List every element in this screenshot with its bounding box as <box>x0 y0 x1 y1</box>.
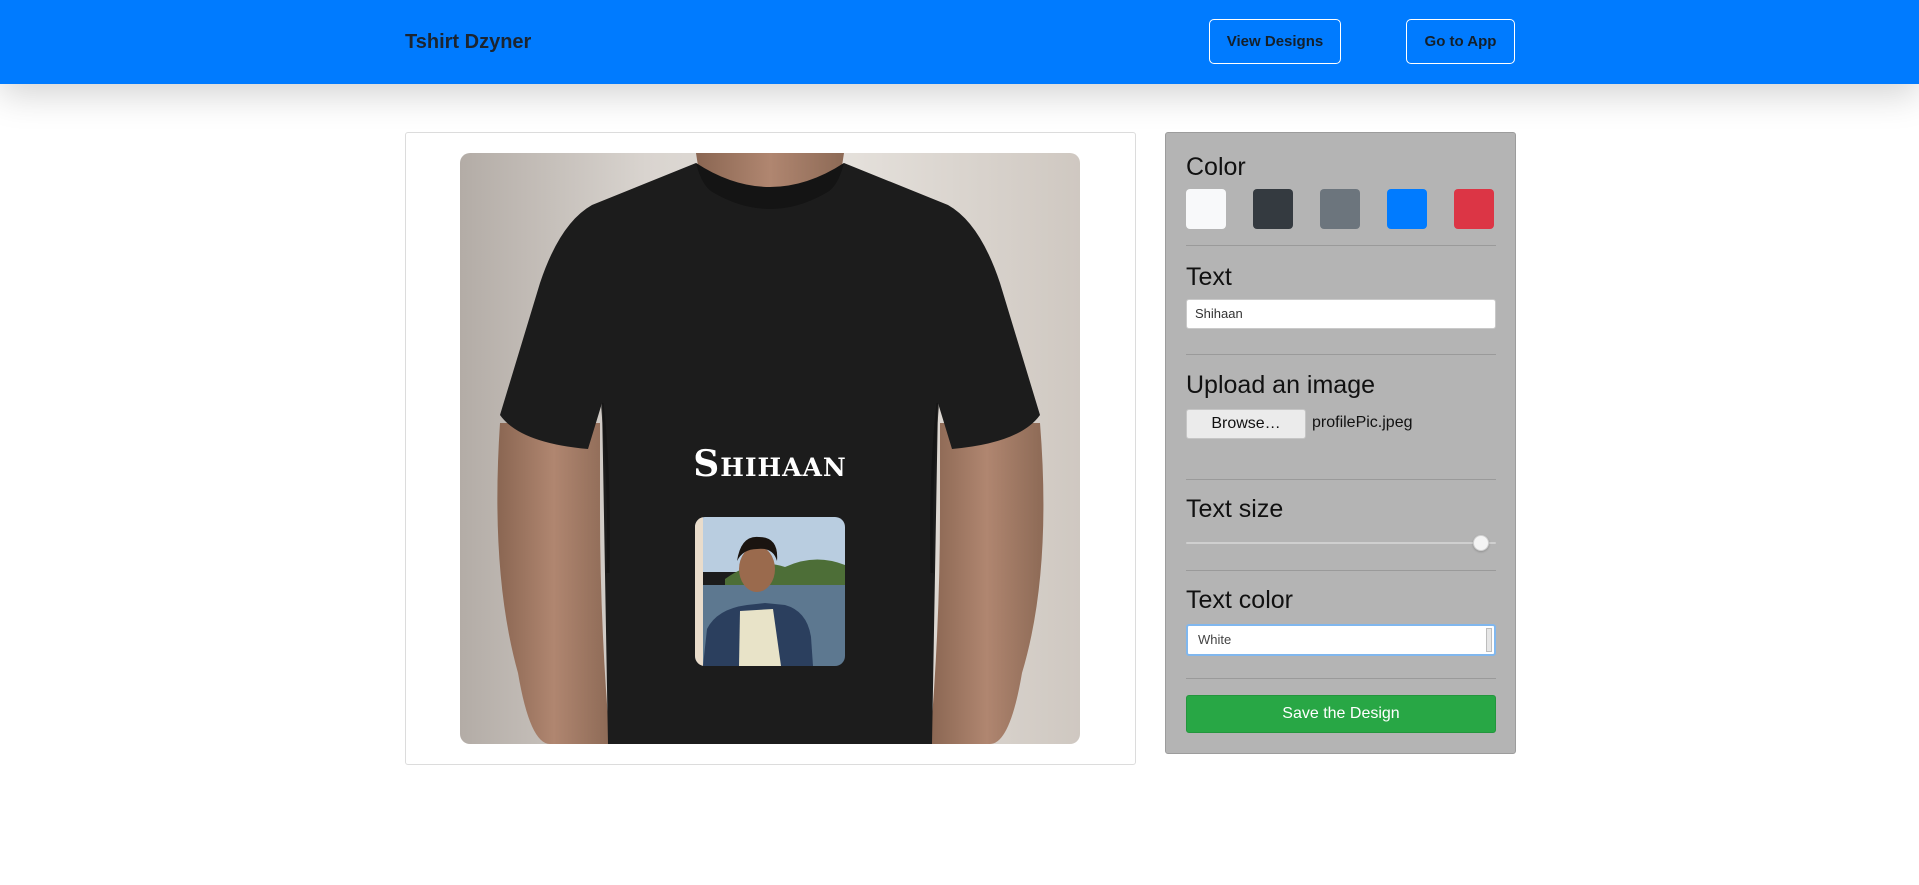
tshirt-preview-card: Shihaan <box>405 132 1136 765</box>
text-color-select[interactable]: White <box>1186 624 1496 656</box>
divider <box>1186 245 1496 246</box>
divider <box>1186 570 1496 571</box>
text-color-value: White <box>1198 632 1232 647</box>
swatch-gray[interactable] <box>1320 189 1360 229</box>
swatch-red[interactable] <box>1454 189 1494 229</box>
design-options-panel: Color Text Shihaan Upload an image Brows… <box>1165 132 1516 754</box>
swatch-dark[interactable] <box>1253 189 1293 229</box>
swatch-white[interactable] <box>1186 189 1226 229</box>
shirt-text-input[interactable]: Shihaan <box>1186 299 1496 329</box>
divider <box>1186 479 1496 480</box>
go-to-app-button[interactable]: Go to App <box>1406 19 1515 64</box>
shirt-print-text[interactable]: Shihaan <box>460 443 1080 485</box>
text-size-slider-thumb[interactable] <box>1472 535 1489 551</box>
uploaded-print-image[interactable] <box>695 517 845 666</box>
upload-section-title: Upload an image <box>1186 371 1376 399</box>
swatch-blue[interactable] <box>1387 189 1427 229</box>
save-design-button[interactable]: Save the Design <box>1186 695 1496 733</box>
color-section-title: Color <box>1186 153 1246 181</box>
selected-file-name: profilePic.jpeg <box>1312 414 1413 431</box>
text-color-section-title: Text color <box>1186 586 1293 614</box>
brand-logo[interactable]: Tshirt Dzyner <box>405 0 531 84</box>
view-designs-button[interactable]: View Designs <box>1209 19 1341 64</box>
divider <box>1186 354 1496 355</box>
browse-file-button[interactable]: Browse… <box>1186 409 1306 439</box>
tshirt-preview-image: Shihaan <box>460 153 1080 744</box>
navbar: Tshirt Dzyner View Designs Go to App <box>0 0 1919 84</box>
select-scroll-icon <box>1486 628 1492 652</box>
divider <box>1186 678 1496 679</box>
text-section-title: Text <box>1186 263 1232 291</box>
text-size-slider-track[interactable] <box>1186 542 1496 544</box>
text-size-section-title: Text size <box>1186 495 1284 523</box>
